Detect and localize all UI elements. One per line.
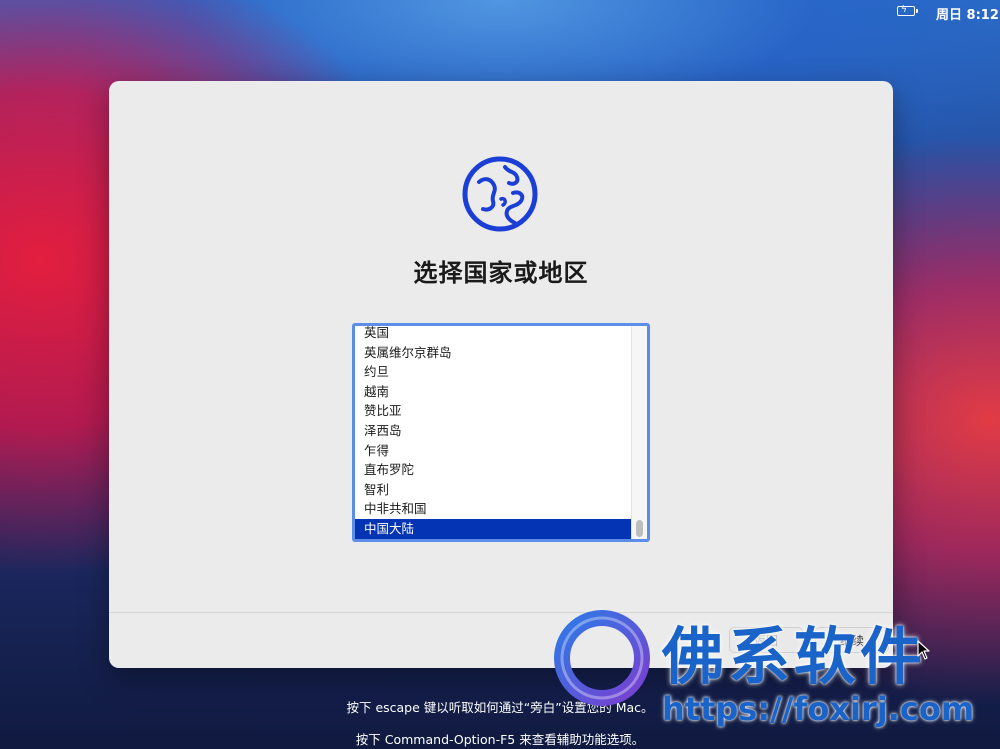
watermark-name: 佛系软件 — [662, 620, 927, 693]
watermark-url: https://foxirj.com — [662, 690, 975, 728]
country-list-item[interactable]: 英国 — [355, 326, 633, 343]
country-list-item[interactable]: 乍得 — [355, 441, 633, 461]
globe-icon — [462, 156, 538, 232]
country-list-item[interactable]: 直布罗陀 — [355, 460, 633, 480]
scrollbar-thumb[interactable] — [636, 520, 643, 537]
menu-bar-clock[interactable]: 周日 8:12 — [936, 4, 999, 23]
country-list-item[interactable]: 智利 — [355, 480, 633, 500]
country-list-item[interactable]: 越南 — [355, 382, 633, 402]
page-title: 选择国家或地区 — [413, 259, 589, 287]
country-list-items: 英国 英属维尔京群岛 约旦 越南 赞比亚 泽西岛 乍得 直布罗陀 智利 中非共和国 中国大陆 — [355, 326, 633, 539]
menu-bar: ϟ 周日 8:12 — [0, 0, 1000, 24]
battery-charging-icon[interactable]: ϟ — [897, 5, 918, 16]
list-scrollbar[interactable] — [631, 326, 647, 539]
mouse-cursor-icon — [917, 640, 930, 660]
country-list-item[interactable]: 英属维尔京群岛 — [355, 343, 633, 363]
setup-window: 选择国家或地区 英国 英属维尔京群岛 约旦 越南 赞比亚 泽西岛 乍得 直布罗陀 智利 中非共和国… — [109, 81, 893, 668]
country-list-item[interactable]: 中国大陆 — [355, 518, 633, 539]
country-list-item[interactable]: 赞比亚 — [355, 401, 633, 421]
watermark: 佛系软件 https://foxirj.com — [550, 604, 974, 734]
country-list-item[interactable]: 泽西岛 — [355, 421, 633, 441]
country-list[interactable]: 英国 英属维尔京群岛 约旦 越南 赞比亚 泽西岛 乍得 直布罗陀 智利 中非共和国 中国大陆 — [352, 323, 650, 542]
country-list-item[interactable]: 中非共和国 — [355, 499, 633, 519]
country-list-item[interactable]: 约旦 — [355, 362, 633, 382]
watermark-logo-icon — [554, 610, 650, 706]
